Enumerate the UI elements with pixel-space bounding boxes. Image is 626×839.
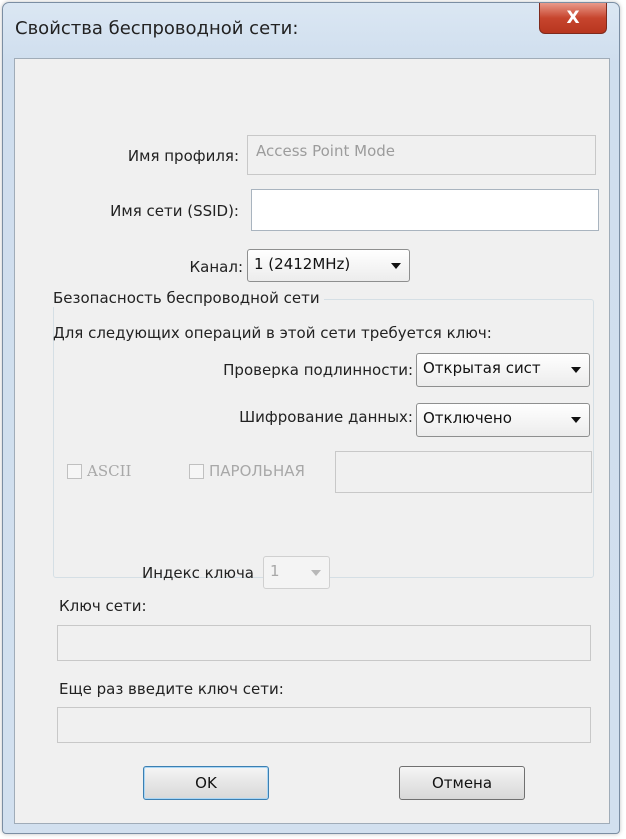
network-key-label: Ключ сети: bbox=[59, 597, 147, 615]
dialog-body: Имя профиля: Access Point Mode Имя сети … bbox=[14, 58, 610, 824]
chevron-down-icon bbox=[571, 417, 581, 423]
confirm-key-input[interactable] bbox=[57, 707, 591, 743]
cancel-button-label: Отмена bbox=[431, 774, 493, 792]
security-description: Для следующих операций в этой сети требу… bbox=[53, 324, 492, 342]
title-bar: Свойства беспроводной сети: X bbox=[3, 3, 619, 55]
auth-select[interactable]: Открытая сист bbox=[416, 353, 590, 387]
channel-value: 1 (2412MHz) bbox=[254, 255, 351, 273]
key-index-value: 1 bbox=[270, 562, 280, 580]
security-group-title: Безопасность беспроводной сети bbox=[53, 289, 324, 307]
dialog-title: Свойства беспроводной сети: bbox=[15, 18, 299, 39]
encryption-value: Отключено bbox=[423, 409, 512, 427]
key-index-select[interactable]: 1 bbox=[263, 556, 330, 589]
wireless-properties-dialog: Свойства беспроводной сети: X Имя профил… bbox=[2, 2, 620, 834]
passphrase-input[interactable] bbox=[335, 451, 592, 493]
ascii-checkbox[interactable] bbox=[67, 464, 82, 479]
channel-select[interactable]: 1 (2412MHz) bbox=[247, 249, 410, 282]
ssid-label: Имя сети (SSID): bbox=[110, 202, 239, 220]
profile-name-field: Access Point Mode bbox=[247, 135, 596, 175]
close-button[interactable]: X bbox=[539, 3, 607, 34]
passphrase-label: ПАРОЛЬНАЯ bbox=[209, 462, 305, 480]
confirm-key-label: Еще раз введите ключ сети: bbox=[59, 680, 284, 698]
ok-button[interactable]: OK bbox=[143, 766, 269, 800]
key-index-label: Индекс ключа bbox=[141, 564, 254, 582]
auth-label: Проверка подлинности: bbox=[223, 361, 413, 379]
profile-name-label: Имя профиля: bbox=[127, 147, 239, 165]
chevron-down-icon bbox=[391, 262, 401, 269]
passphrase-checkbox[interactable] bbox=[189, 464, 204, 479]
chevron-down-icon bbox=[311, 569, 321, 576]
encryption-label: Шифрование данных: bbox=[239, 408, 413, 426]
network-key-input[interactable] bbox=[57, 625, 591, 661]
ssid-input[interactable] bbox=[251, 189, 599, 231]
auth-value: Открытая сист bbox=[423, 359, 541, 377]
close-icon: X bbox=[566, 8, 580, 28]
channel-label: Канал: bbox=[189, 258, 243, 276]
chevron-down-icon bbox=[571, 367, 581, 373]
ok-button-label: OK bbox=[195, 774, 217, 792]
encryption-select[interactable]: Отключено bbox=[416, 403, 590, 437]
cancel-button[interactable]: Отмена bbox=[399, 766, 525, 800]
ascii-label: ASCII bbox=[87, 462, 132, 480]
